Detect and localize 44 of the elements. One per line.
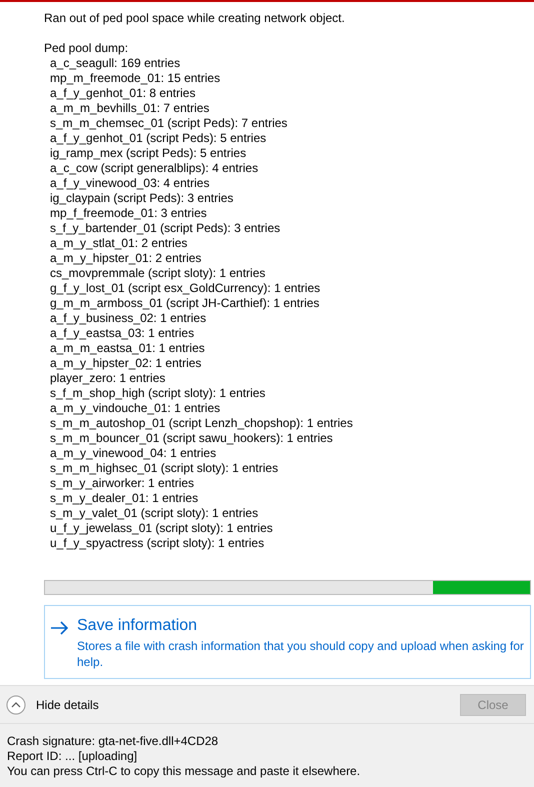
dump-entry: cs_movpremmale (script sloty): 1 entries — [49, 266, 266, 281]
dump-entry: a_f_y_vinewood_03: 4 entries — [49, 176, 210, 191]
save-title: Save information — [77, 616, 198, 636]
dump-entry: ig_claypain (script Peds): 3 entries — [49, 191, 234, 206]
save-information-link[interactable]: Save information Stores a file with crash information that you should copy and upload when asking for help. — [44, 605, 531, 679]
dump-entry: a_m_y_hipster_01: 2 entries — [49, 251, 202, 266]
dump-entry: s_m_m_autoshop_01 (script Lenzh_chopshop): 1 entries — [49, 416, 354, 431]
arrow-right-icon — [51, 621, 69, 635]
dump-entry: s_m_m_bouncer_01 (script sawu_hookers): 1 entries — [49, 431, 334, 446]
dump-entry: mp_m_freemode_01: 15 entries — [49, 71, 222, 86]
dump-entry: u_f_y_spyactress (script sloty): 1 entries — [49, 536, 266, 551]
dump-entry: s_m_m_highsec_01 (script sloty): 1 entries — [49, 461, 280, 476]
dump-entry: s_f_m_shop_high (script sloty): 1 entries — [49, 386, 266, 401]
dump-entry: a_c_seagull: 169 entries — [49, 56, 182, 71]
hide-details-button[interactable]: Hide details — [6, 694, 99, 714]
dump-entry: a_f_y_genhot_01: 8 entries — [49, 86, 196, 101]
dump-entry: a_m_y_hipster_02: 1 entries — [49, 356, 202, 371]
footer-text: You can press Ctrl-C to copy this message and paste it elsewhere. — [7, 764, 362, 779]
dump-entry: a_f_y_eastsa_03: 1 entries — [49, 326, 196, 341]
dump-entry: a_f_y_genhot_01 (script Peds): 5 entries — [49, 131, 268, 146]
dump-entry: g_f_y_lost_01 (script esx_GoldCurrency): 1 entries — [49, 281, 322, 296]
dump-entry: a_m_m_bevhills_01: 7 entries — [49, 101, 210, 116]
dump-entry: u_f_y_jewelass_01 (script sloty): 1 entries — [49, 521, 274, 536]
dump-entry: a_m_m_eastsa_01: 1 entries — [49, 341, 206, 356]
error-message: Ran out of ped pool space while creating network object. — [44, 11, 346, 26]
dump-entry: s_m_y_airworker: 1 entries — [49, 476, 196, 491]
dump-entry: a_m_y_stlat_01: 2 entries — [49, 236, 188, 251]
dump-entry: ig_ramp_mex (script Peds): 5 entries — [49, 146, 248, 161]
dump-entry: s_m_y_dealer_01: 1 entries — [49, 491, 200, 506]
dump-entry: player_zero: 1 entries — [49, 371, 166, 386]
dump-entry: s_f_y_bartender_01 (script Peds): 3 entries — [49, 221, 282, 236]
save-description: Stores a file with crash information that you should copy and upload when asking for help. — [77, 638, 524, 670]
dump-entry: s_m_m_chemsec_01 (script Peds): 7 entries — [49, 116, 288, 131]
footer-text: Crash signature: gta-net-five.dll+4CD28 — [7, 734, 220, 749]
dump-entry: a_m_y_vindouche_01: 1 entries — [49, 401, 222, 416]
dump-title: Ped pool dump: — [44, 41, 130, 56]
footer-text: Report ID: ... [uploading] — [7, 749, 138, 764]
dump-entry: a_c_cow (script generalblips): 4 entries — [49, 161, 260, 176]
dump-entry: g_m_m_armboss_01 (script JH-Carthief): 1 entries — [49, 296, 320, 311]
dump-entry: a_m_y_vinewood_04: 1 entries — [49, 446, 218, 461]
chevron-icon — [6, 694, 26, 714]
dump-entry: a_f_y_business_02: 1 entries — [49, 311, 208, 326]
dump-entry: mp_f_freemode_01: 3 entries — [49, 206, 208, 221]
dump-entry: s_m_y_valet_01 (script sloty): 1 entries — [49, 506, 260, 521]
